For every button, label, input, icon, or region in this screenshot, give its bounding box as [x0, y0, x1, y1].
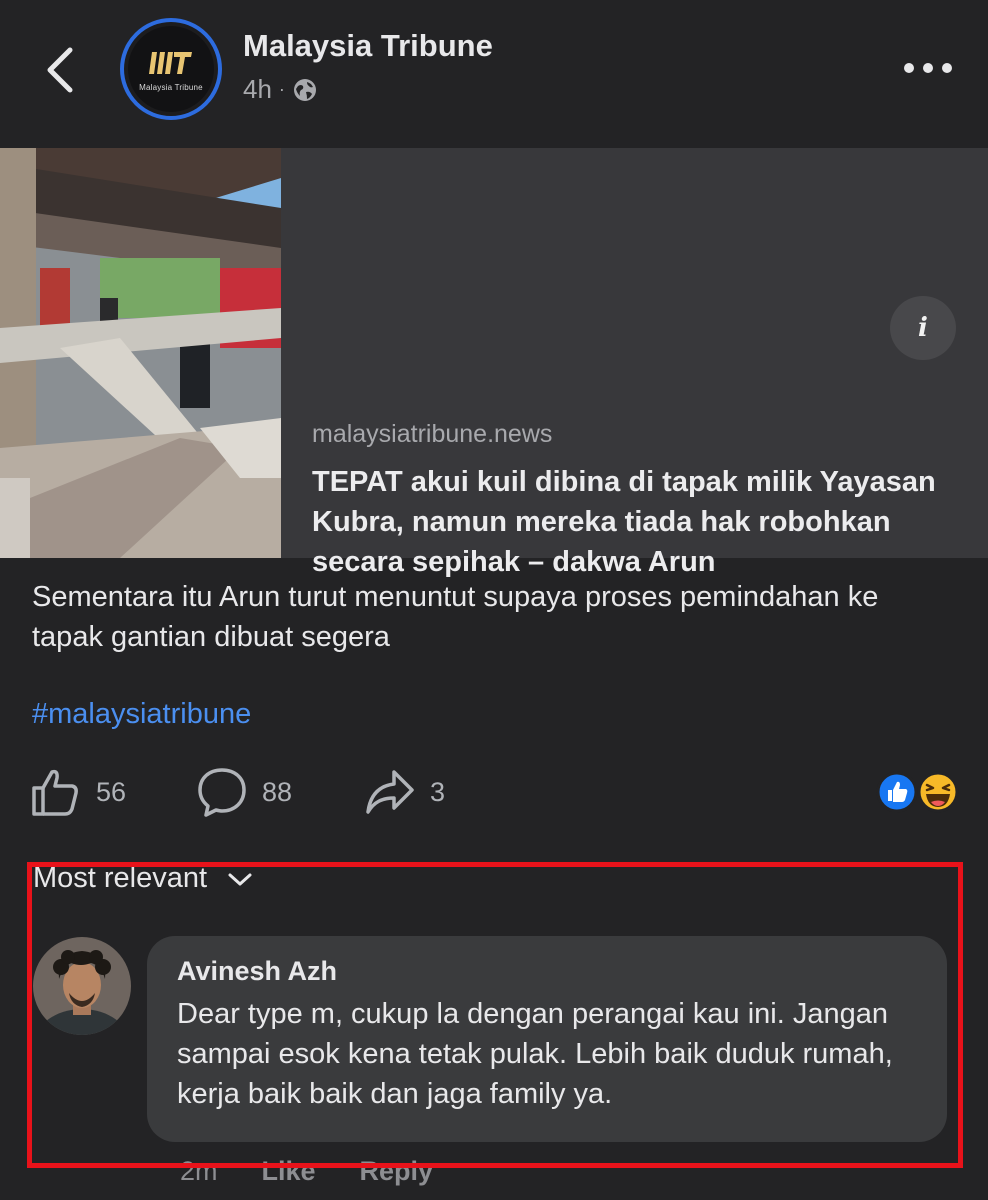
- comment-bubble[interactable]: Avinesh Azh Dear type m, cukup la dengan…: [147, 936, 947, 1142]
- action-bar: 56 88 3: [0, 760, 988, 824]
- link-thumbnail-image: [0, 148, 281, 558]
- link-preview-card[interactable]: i malaysiatribune.news TEPAT akui kuil d…: [0, 148, 988, 578]
- comment-sort-dropdown[interactable]: Most relevant: [33, 862, 255, 895]
- comment-text: Dear type m, cukup la dengan perangai ka…: [177, 998, 893, 1110]
- sort-label-text: Most relevant: [33, 862, 208, 894]
- post-meta: 4h ·: [243, 74, 318, 105]
- commenter-name[interactable]: Avinesh Azh: [177, 956, 337, 987]
- comment-time: 2m: [180, 1156, 218, 1186]
- chevron-down-icon: [228, 873, 252, 885]
- post-time: 4h: [243, 74, 272, 104]
- link-domain: malaysiatribune.news: [312, 420, 553, 448]
- hashtag-link[interactable]: #malaysiatribune: [32, 698, 251, 731]
- thumbs-up-icon: [32, 769, 78, 816]
- comment-button[interactable]: 88: [196, 766, 292, 818]
- commenter-avatar[interactable]: [33, 937, 131, 1035]
- globe-icon: [293, 78, 316, 101]
- info-button[interactable]: i: [890, 296, 956, 360]
- page-name[interactable]: Malaysia Tribune: [243, 28, 493, 64]
- haha-reaction-icon: [917, 771, 959, 813]
- comment-bubble-icon: [198, 768, 246, 817]
- post-caption: Sementara itu Arun turut menuntut supaya…: [32, 581, 879, 653]
- comment-count: 88: [262, 776, 293, 807]
- share-count: 3: [430, 776, 446, 807]
- post-header: Malaysia Tribune Malaysia Tribune 4h ·: [0, 0, 988, 148]
- meta-separator: ·: [278, 79, 285, 99]
- link-title[interactable]: TEPAT akui kuil dibina di tapak milik Ya…: [312, 462, 962, 582]
- like-count: 56: [96, 776, 127, 807]
- more-dots-icon: [904, 63, 952, 73]
- logo-caption: Malaysia Tribune: [139, 83, 203, 92]
- post-page: Malaysia Tribune Malaysia Tribune 4h · i…: [0, 0, 988, 1200]
- like-reaction-icon: [876, 771, 918, 813]
- like-button[interactable]: 56: [30, 766, 126, 818]
- share-button[interactable]: 3: [364, 766, 445, 818]
- mt-logo-icon: [149, 52, 192, 74]
- comment-like-button[interactable]: Like: [262, 1156, 316, 1187]
- page-avatar[interactable]: Malaysia Tribune: [120, 18, 222, 120]
- comment-reply-button[interactable]: Reply: [360, 1156, 434, 1187]
- share-arrow-icon: [366, 770, 414, 814]
- comment-footer: 2m Like Reply: [180, 1156, 433, 1187]
- chevron-left-icon: [47, 47, 73, 93]
- more-options-button[interactable]: [900, 50, 956, 86]
- page-logo: Malaysia Tribune: [128, 26, 214, 112]
- back-button[interactable]: [40, 42, 80, 98]
- reaction-summary[interactable]: [876, 771, 960, 813]
